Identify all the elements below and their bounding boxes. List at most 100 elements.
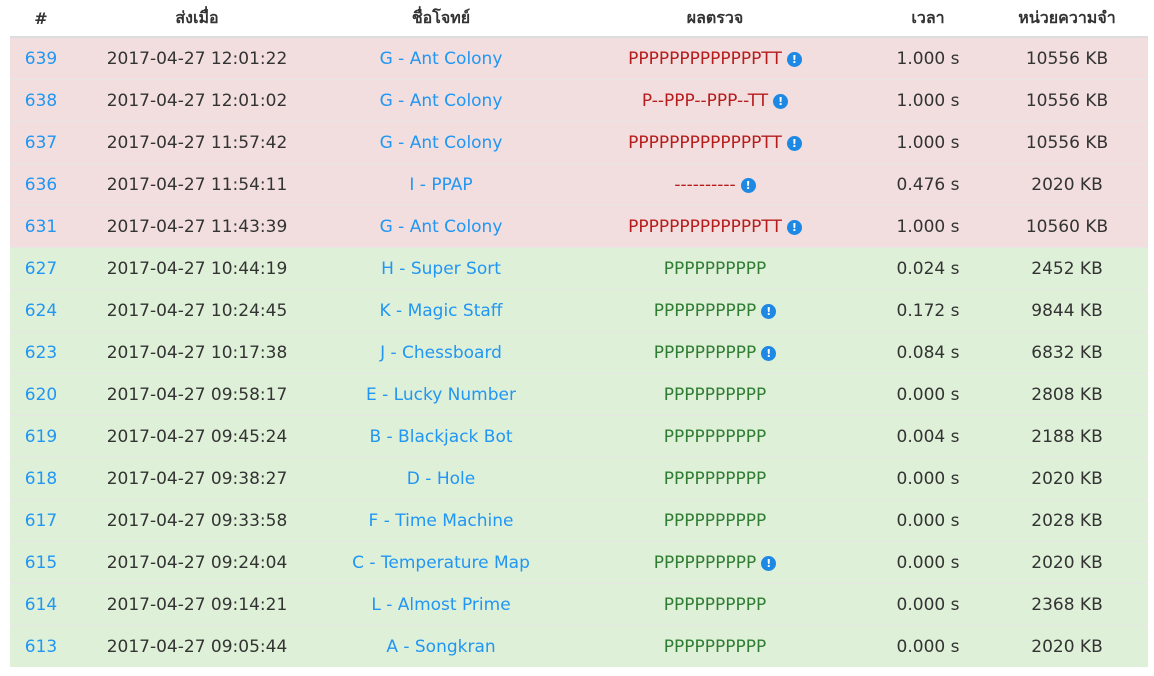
- cell-id: 631: [10, 205, 72, 248]
- table-row: 617 2017-04-27 09:33:58 F - Time Machine PP…: [10, 499, 1148, 542]
- cell-problem: A - Songkran: [322, 625, 560, 667]
- cell-submitted: 2017-04-27 09:38:27: [72, 457, 322, 500]
- cell-time: 0.172 s: [870, 289, 986, 332]
- cell-problem: K - Magic Staff: [322, 289, 560, 332]
- submission-id-link[interactable]: 627: [25, 259, 57, 279]
- table-row: 627 2017-04-27 10:44:19 H - Super Sort PPPP…: [10, 247, 1148, 290]
- problem-link[interactable]: G - Ant Colony: [380, 217, 503, 237]
- submission-id-link[interactable]: 613: [25, 637, 57, 657]
- cell-submitted: 2017-04-27 10:17:38: [72, 331, 322, 374]
- result-text: PPPPPPPPPP: [663, 426, 767, 447]
- result-text: PPPPPPPPPP: [663, 468, 767, 489]
- submission-id-link[interactable]: 638: [25, 91, 57, 111]
- result-text: PPPPPPPPPPPPPTT: [628, 132, 782, 153]
- problem-link[interactable]: F - Time Machine: [369, 511, 514, 531]
- submission-id-link[interactable]: 620: [25, 385, 57, 405]
- cell-id: 627: [10, 247, 72, 290]
- submission-id-link[interactable]: 618: [25, 469, 57, 489]
- info-icon[interactable]: !: [740, 177, 756, 193]
- header-id: #: [10, 0, 72, 38]
- table-row: 613 2017-04-27 09:05:44 A - Songkran PPPPPP…: [10, 625, 1148, 667]
- cell-id: 618: [10, 457, 72, 500]
- table-row: 619 2017-04-27 09:45:24 B - Blackjack Bot P…: [10, 415, 1148, 458]
- header-time: เวลา: [870, 0, 986, 38]
- submission-id-link[interactable]: 623: [25, 343, 57, 363]
- submissions-table: # ส่งเมื่อ ชื่อโจทย์ ผลตรวจ เวลา หน่วยคว…: [10, 0, 1148, 667]
- cell-submitted: 2017-04-27 09:58:17: [72, 373, 322, 416]
- info-icon[interactable]: !: [786, 219, 802, 235]
- result-text: PPPPPPPPPP: [663, 258, 767, 279]
- header-memory: หน่วยความจำ: [986, 0, 1148, 38]
- cell-result: PPPPPPPPPP: [560, 415, 870, 458]
- cell-id: 637: [10, 121, 72, 164]
- cell-result: PPPPPPPPPPPPPTT!: [560, 36, 870, 80]
- cell-problem: J - Chessboard: [322, 331, 560, 374]
- cell-memory: 2188 KB: [986, 415, 1148, 458]
- info-icon[interactable]: !: [786, 51, 802, 67]
- table-row: 623 2017-04-27 10:17:38 J - Chessboard PPPP…: [10, 331, 1148, 374]
- cell-id: 620: [10, 373, 72, 416]
- table-row: 624 2017-04-27 10:24:45 K - Magic Staff PPP…: [10, 289, 1148, 332]
- info-icon[interactable]: !: [761, 303, 777, 319]
- submission-id-link[interactable]: 619: [25, 427, 57, 447]
- cell-problem: G - Ant Colony: [322, 36, 560, 80]
- submission-id-link[interactable]: 624: [25, 301, 57, 321]
- table-row: 618 2017-04-27 09:38:27 D - Hole PPPPPPPPPP…: [10, 457, 1148, 500]
- table-row: 639 2017-04-27 12:01:22 G - Ant Colony PPPP…: [10, 36, 1148, 80]
- cell-id: 617: [10, 499, 72, 542]
- result-text: PPPPPPPPPP: [653, 300, 757, 321]
- problem-link[interactable]: J - Chessboard: [380, 343, 502, 363]
- header-result: ผลตรวจ: [560, 0, 870, 38]
- cell-time: 1.000 s: [870, 79, 986, 122]
- submission-id-link[interactable]: 617: [25, 511, 57, 531]
- problem-link[interactable]: H - Super Sort: [381, 259, 501, 279]
- cell-memory: 2808 KB: [986, 373, 1148, 416]
- problem-link[interactable]: D - Hole: [407, 469, 475, 489]
- problem-link[interactable]: K - Magic Staff: [379, 301, 502, 321]
- cell-problem: I - PPAP: [322, 163, 560, 206]
- header-row: # ส่งเมื่อ ชื่อโจทย์ ผลตรวจ เวลา หน่วยคว…: [10, 0, 1148, 38]
- submission-id-link[interactable]: 637: [25, 133, 57, 153]
- submission-id-link[interactable]: 614: [25, 595, 57, 615]
- info-icon[interactable]: !: [786, 135, 802, 151]
- cell-result: PPPPPPPPPP: [560, 373, 870, 416]
- cell-problem: H - Super Sort: [322, 247, 560, 290]
- cell-time: 0.004 s: [870, 415, 986, 458]
- result-text: PPPPPPPPPP: [653, 342, 757, 363]
- problem-link[interactable]: I - PPAP: [409, 175, 472, 195]
- cell-problem: D - Hole: [322, 457, 560, 500]
- problem-link[interactable]: E - Lucky Number: [366, 385, 516, 405]
- header-problem: ชื่อโจทย์: [322, 0, 560, 38]
- info-icon[interactable]: !: [773, 93, 789, 109]
- submission-id-link[interactable]: 639: [25, 49, 57, 69]
- cell-id: 613: [10, 625, 72, 667]
- cell-memory: 10556 KB: [986, 79, 1148, 122]
- submission-id-link[interactable]: 615: [25, 553, 57, 573]
- cell-result: P--PPP--PPP--TT!: [560, 79, 870, 122]
- cell-memory: 6832 KB: [986, 331, 1148, 374]
- problem-link[interactable]: G - Ant Colony: [380, 49, 503, 69]
- cell-time: 1.000 s: [870, 36, 986, 80]
- submission-id-link[interactable]: 631: [25, 217, 57, 237]
- info-icon[interactable]: !: [761, 345, 777, 361]
- cell-id: 639: [10, 36, 72, 80]
- cell-time: 0.000 s: [870, 373, 986, 416]
- problem-link[interactable]: C - Temperature Map: [352, 553, 530, 573]
- problem-link[interactable]: G - Ant Colony: [380, 91, 503, 111]
- problem-link[interactable]: B - Blackjack Bot: [369, 427, 512, 447]
- cell-result: PPPPPPPPPP: [560, 583, 870, 626]
- cell-problem: C - Temperature Map: [322, 541, 560, 584]
- cell-submitted: 2017-04-27 11:57:42: [72, 121, 322, 164]
- info-icon[interactable]: !: [761, 555, 777, 571]
- cell-submitted: 2017-04-27 09:45:24: [72, 415, 322, 458]
- submission-id-link[interactable]: 636: [25, 175, 57, 195]
- cell-submitted: 2017-04-27 09:33:58: [72, 499, 322, 542]
- result-text: PPPPPPPPPP: [663, 636, 767, 657]
- problem-link[interactable]: A - Songkran: [386, 637, 495, 657]
- cell-id: 614: [10, 583, 72, 626]
- cell-time: 1.000 s: [870, 205, 986, 248]
- table-row: 614 2017-04-27 09:14:21 L - Almost Prime PP…: [10, 583, 1148, 626]
- problem-link[interactable]: L - Almost Prime: [371, 595, 510, 615]
- submissions-panel: # ส่งเมื่อ ชื่อโจทย์ ผลตรวจ เวลา หน่วยคว…: [10, 0, 1148, 667]
- problem-link[interactable]: G - Ant Colony: [380, 133, 503, 153]
